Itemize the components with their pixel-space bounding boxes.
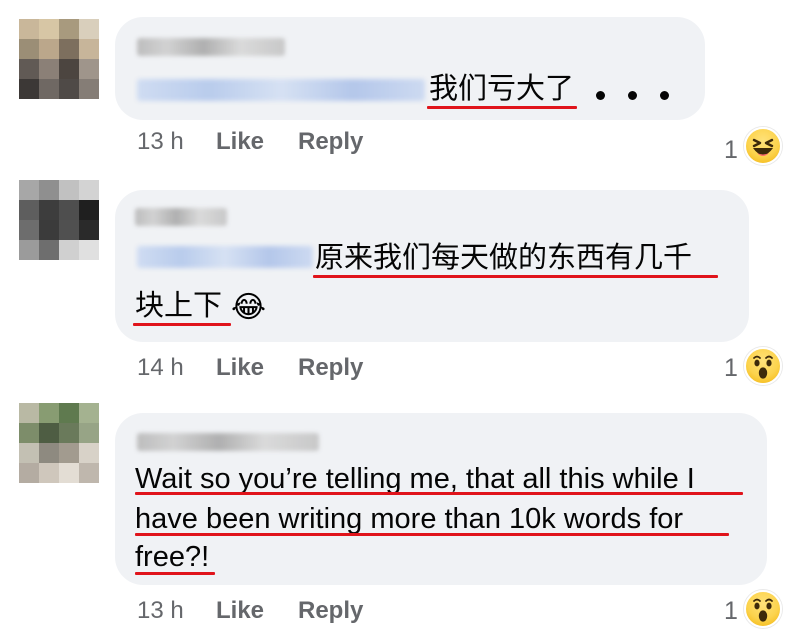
trailing-dot: [628, 91, 637, 100]
comment-bubble: 原来我们每天做的东西有几千 块上下 😂: [115, 190, 749, 342]
reaction-count[interactable]: 1: [724, 597, 738, 626]
wow-icon[interactable]: [744, 347, 782, 385]
highlight-underline: [427, 106, 577, 109]
commenter-name[interactable]: [137, 38, 285, 56]
comment-text-line-1: 原来我们每天做的东西有几千: [315, 242, 693, 274]
highlight-underline: [313, 275, 718, 278]
like-button[interactable]: Like: [216, 597, 264, 625]
reply-button[interactable]: Reply: [298, 128, 363, 156]
comment-text-line-2: 块上下: [135, 290, 223, 322]
highlight-underline: [135, 492, 743, 495]
comment-timestamp[interactable]: 13 h: [137, 128, 184, 156]
avatar[interactable]: [19, 180, 99, 260]
comment-timestamp[interactable]: 14 h: [137, 354, 184, 382]
commenter-name[interactable]: [135, 208, 227, 226]
like-button[interactable]: Like: [216, 128, 264, 156]
comment-timestamp[interactable]: 13 h: [137, 597, 184, 625]
reaction-count[interactable]: 1: [724, 354, 738, 383]
avatar[interactable]: [19, 403, 99, 483]
wow-icon[interactable]: [744, 590, 782, 628]
highlight-underline: [135, 572, 215, 575]
redacted-text: [137, 79, 425, 101]
comment-bubble: 我们亏大了: [115, 17, 705, 120]
redacted-text: [137, 246, 313, 268]
reaction-count[interactable]: 1: [724, 136, 738, 165]
like-button[interactable]: Like: [216, 354, 264, 382]
reply-button[interactable]: Reply: [298, 597, 363, 625]
highlight-underline: [133, 323, 231, 326]
comment-bubble: Wait so you’re telling me, that all this…: [115, 413, 767, 585]
comment-text-line-3: free?!: [135, 541, 210, 573]
reply-button[interactable]: Reply: [298, 354, 363, 382]
laugh-squint-icon[interactable]: [744, 127, 782, 165]
avatar[interactable]: [19, 19, 99, 99]
trailing-dot: [660, 91, 669, 100]
trailing-dot: [596, 91, 605, 100]
highlight-underline: [135, 533, 729, 536]
comment-text: 我们亏大了: [429, 73, 575, 105]
tears-of-joy-emoji: 😂: [231, 291, 267, 324]
commenter-name[interactable]: [137, 433, 319, 451]
